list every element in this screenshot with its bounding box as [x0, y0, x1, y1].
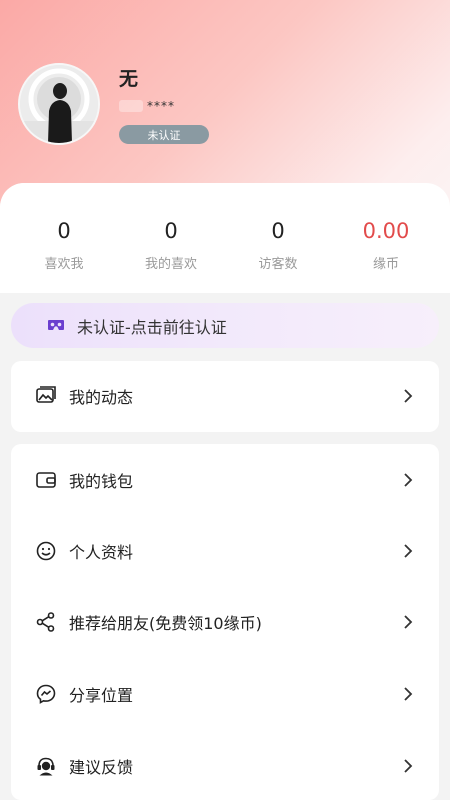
- chevron-right-icon: [404, 687, 413, 701]
- stat-label: 缘币: [372, 257, 399, 272]
- masked-user-id: ****: [119, 98, 209, 114]
- stat-label: 访客数: [258, 257, 298, 272]
- stat-my-likes[interactable]: 0 我的喜欢: [116, 219, 226, 272]
- menu-card-activity: 我的动态: [11, 361, 439, 432]
- verify-banner-text: 未认证-点击前往认证: [77, 317, 227, 337]
- share-icon: [36, 612, 55, 632]
- menu-item-recommend[interactable]: 推荐给朋友(免费领10缘币): [11, 592, 439, 652]
- menu-item-label: 我的动态: [69, 388, 134, 407]
- vr-goggles-icon: [48, 320, 64, 330]
- menu-item-label: 个人资料: [69, 543, 134, 562]
- menu-item-wallet[interactable]: 我的钱包: [11, 450, 439, 510]
- chevron-right-icon: [404, 473, 413, 487]
- menu-item-label: 分享位置: [69, 686, 134, 705]
- stat-liked-me[interactable]: 0 喜欢我: [9, 219, 119, 272]
- chevron-right-icon: [404, 759, 413, 773]
- chevron-right-icon: [404, 544, 413, 558]
- menu-card-main: 我的钱包 个人资料 推荐给朋友(免费领10缘币) 分享位置 建议反馈: [11, 444, 439, 800]
- menu-item-label: 推荐给朋友(免费领10缘币): [69, 614, 262, 633]
- menu-item-label: 我的钱包: [69, 472, 134, 491]
- menu-item-share-location[interactable]: 分享位置: [11, 664, 439, 724]
- chevron-right-icon: [404, 615, 413, 629]
- stat-label: 喜欢我: [44, 257, 84, 272]
- chevron-right-icon: [404, 389, 413, 403]
- masked-id-text: ****: [147, 99, 175, 113]
- stat-value: 0: [164, 219, 178, 243]
- username: 无: [119, 68, 139, 90]
- stat-coins[interactable]: 0.00 缘币: [331, 219, 441, 272]
- stat-label: 我的喜欢: [144, 257, 197, 272]
- stats-panel: 0 喜欢我 0 我的喜欢 0 访客数 0.00 缘币: [0, 183, 450, 293]
- menu-item-profile[interactable]: 个人资料: [11, 521, 439, 581]
- support-agent-icon: [37, 757, 55, 776]
- stat-visitors[interactable]: 0 访客数: [223, 219, 333, 272]
- stat-value: 0.00: [362, 219, 410, 243]
- menu-item-my-activity[interactable]: 我的动态: [11, 366, 439, 426]
- messenger-icon: [36, 684, 56, 704]
- menu-item-label: 建议反馈: [69, 758, 134, 777]
- wallet-icon: [36, 472, 56, 488]
- avatar[interactable]: [18, 63, 100, 145]
- verify-banner[interactable]: 未认证-点击前往认证: [11, 303, 439, 348]
- smile-icon: [36, 541, 56, 561]
- stat-value: 0: [57, 219, 71, 243]
- menu-item-feedback[interactable]: 建议反馈: [11, 736, 439, 796]
- gallery-icon: [36, 386, 56, 403]
- verify-status-badge[interactable]: 未认证: [119, 125, 209, 144]
- stat-value: 0: [271, 219, 285, 243]
- masked-id-blur: [119, 100, 143, 112]
